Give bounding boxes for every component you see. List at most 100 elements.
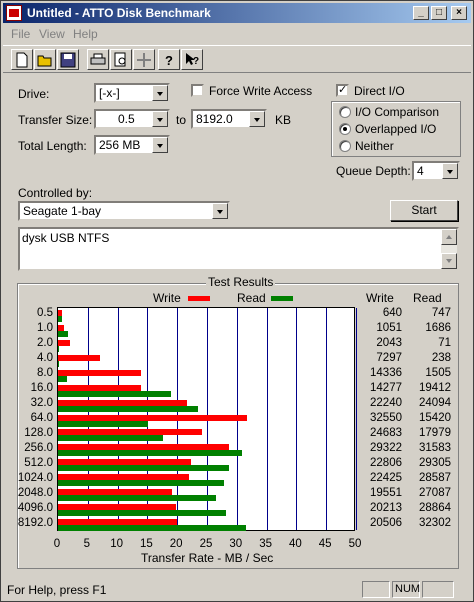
new-file-button[interactable]	[11, 49, 33, 70]
transfer-size-from-select[interactable]: 0.5	[94, 109, 170, 129]
x-tick-label: 25	[199, 538, 213, 550]
chevron-down-icon[interactable]	[152, 85, 168, 101]
window-title: Untitled - ATTO Disk Benchmark	[27, 6, 211, 20]
move-button[interactable]	[133, 49, 155, 70]
write-value: 14277	[370, 382, 402, 395]
title-bar[interactable]: Untitled - ATTO Disk Benchmark _ □ ×	[3, 3, 471, 23]
maximize-button[interactable]: □	[431, 6, 447, 20]
menu-help[interactable]: Help	[73, 27, 98, 41]
direct-io-label: Direct I/O	[354, 84, 405, 98]
queue-depth-label: Queue Depth:	[336, 164, 411, 178]
save-button[interactable]	[57, 49, 79, 70]
direct-io-checkbox[interactable]	[336, 83, 349, 97]
y-tick-label: 256.0	[24, 441, 53, 454]
y-tick-label: 512.0	[24, 456, 53, 469]
controlled-by-value: Seagate 1-bay	[23, 204, 102, 218]
drive-value: [-x-]	[99, 86, 120, 100]
read-column-header: Read	[413, 291, 442, 305]
write-bar	[58, 354, 101, 361]
read-bar	[58, 465, 229, 472]
read-bar	[58, 435, 163, 442]
context-help-icon: ?	[186, 53, 199, 67]
transfer-size-from-value: 0.5	[118, 112, 135, 126]
write-column-header: Write	[366, 291, 394, 305]
write-value: 24683	[370, 426, 402, 439]
x-tick-label: 0	[53, 538, 61, 550]
open-button[interactable]	[34, 49, 56, 70]
kb-label: KB	[275, 113, 292, 127]
scroll-down-icon[interactable]	[441, 253, 457, 269]
menu-view[interactable]: View	[39, 27, 65, 41]
print-button[interactable]	[87, 49, 109, 70]
read-bar	[58, 525, 246, 532]
y-tick-label: 8192.0	[17, 516, 53, 529]
scroll-up-icon[interactable]	[441, 229, 457, 245]
read-value: 747	[431, 307, 451, 320]
read-bar	[58, 360, 60, 367]
write-value: 640	[382, 307, 402, 320]
controlled-by-select[interactable]: Seagate 1-bay	[18, 201, 230, 221]
notes-scrollbar[interactable]	[441, 229, 457, 269]
read-bar	[58, 420, 148, 427]
about-button[interactable]: ?	[158, 49, 180, 70]
printer-icon	[90, 53, 106, 65]
gridline	[296, 308, 297, 530]
read-value: 15420	[419, 412, 451, 424]
new-file-icon	[16, 52, 28, 68]
context-help-button[interactable]: ?	[181, 49, 203, 70]
read-value: 19412	[419, 382, 451, 395]
chevron-down-icon[interactable]	[152, 137, 168, 153]
notes-textarea[interactable]: dysk USB NTFS	[18, 227, 459, 271]
read-bar	[58, 405, 199, 412]
svg-text:?: ?	[193, 56, 199, 67]
read-value: 24094	[419, 397, 451, 410]
write-value: 2043	[376, 337, 402, 350]
write-legend-label: Write	[153, 291, 181, 305]
x-tick-label: 40	[288, 538, 302, 550]
overlapped-io-radio[interactable]	[339, 123, 351, 135]
write-value: 22240	[370, 397, 402, 410]
start-button[interactable]: Start	[390, 200, 458, 221]
drive-select[interactable]: [-x-]	[94, 83, 170, 103]
write-value: 7297	[376, 352, 402, 365]
read-value: 17979	[419, 426, 451, 439]
write-value: 29322	[370, 441, 402, 454]
status-pane-caps	[362, 581, 390, 598]
read-value: 1505	[425, 367, 451, 380]
y-tick-label: 8.0	[37, 367, 53, 380]
save-icon	[60, 52, 76, 68]
total-length-label: Total Length:	[18, 139, 87, 153]
status-pane-num: NUM	[392, 581, 420, 598]
status-num: NUM	[395, 583, 421, 595]
chevron-down-icon[interactable]	[152, 111, 168, 127]
read-value: 1686	[425, 322, 451, 335]
read-bar	[58, 375, 67, 382]
controlled-by-label: Controlled by:	[18, 186, 93, 200]
chart-plot-area	[57, 307, 357, 532]
read-bar	[58, 345, 59, 352]
force-write-checkbox[interactable]	[191, 84, 204, 97]
read-value: 71	[438, 337, 451, 350]
io-comparison-radio[interactable]	[339, 106, 351, 118]
force-write-label: Force Write Access	[209, 84, 313, 98]
total-length-select[interactable]: 256 MB	[94, 135, 170, 155]
y-tick-label: 2048.0	[17, 486, 53, 499]
read-legend-swatch	[271, 296, 293, 301]
menu-file[interactable]: File	[11, 27, 30, 41]
transfer-size-to-select[interactable]: 8192.0	[191, 109, 267, 129]
read-bar	[58, 495, 216, 502]
read-bar	[58, 316, 63, 322]
print-preview-button[interactable]	[110, 49, 132, 70]
x-tick-label: 45	[318, 538, 332, 550]
neither-radio[interactable]	[339, 140, 351, 152]
chevron-down-icon[interactable]	[212, 203, 228, 219]
queue-depth-select[interactable]: 4	[412, 161, 460, 181]
minimize-button[interactable]: _	[413, 6, 429, 20]
read-value: 28587	[419, 471, 451, 484]
chevron-down-icon[interactable]	[249, 111, 265, 127]
write-bar	[58, 339, 70, 346]
toolbar: ? ?	[3, 45, 471, 73]
chevron-down-icon[interactable]	[442, 163, 458, 179]
close-button[interactable]: ×	[451, 6, 467, 20]
gridline	[267, 308, 268, 530]
